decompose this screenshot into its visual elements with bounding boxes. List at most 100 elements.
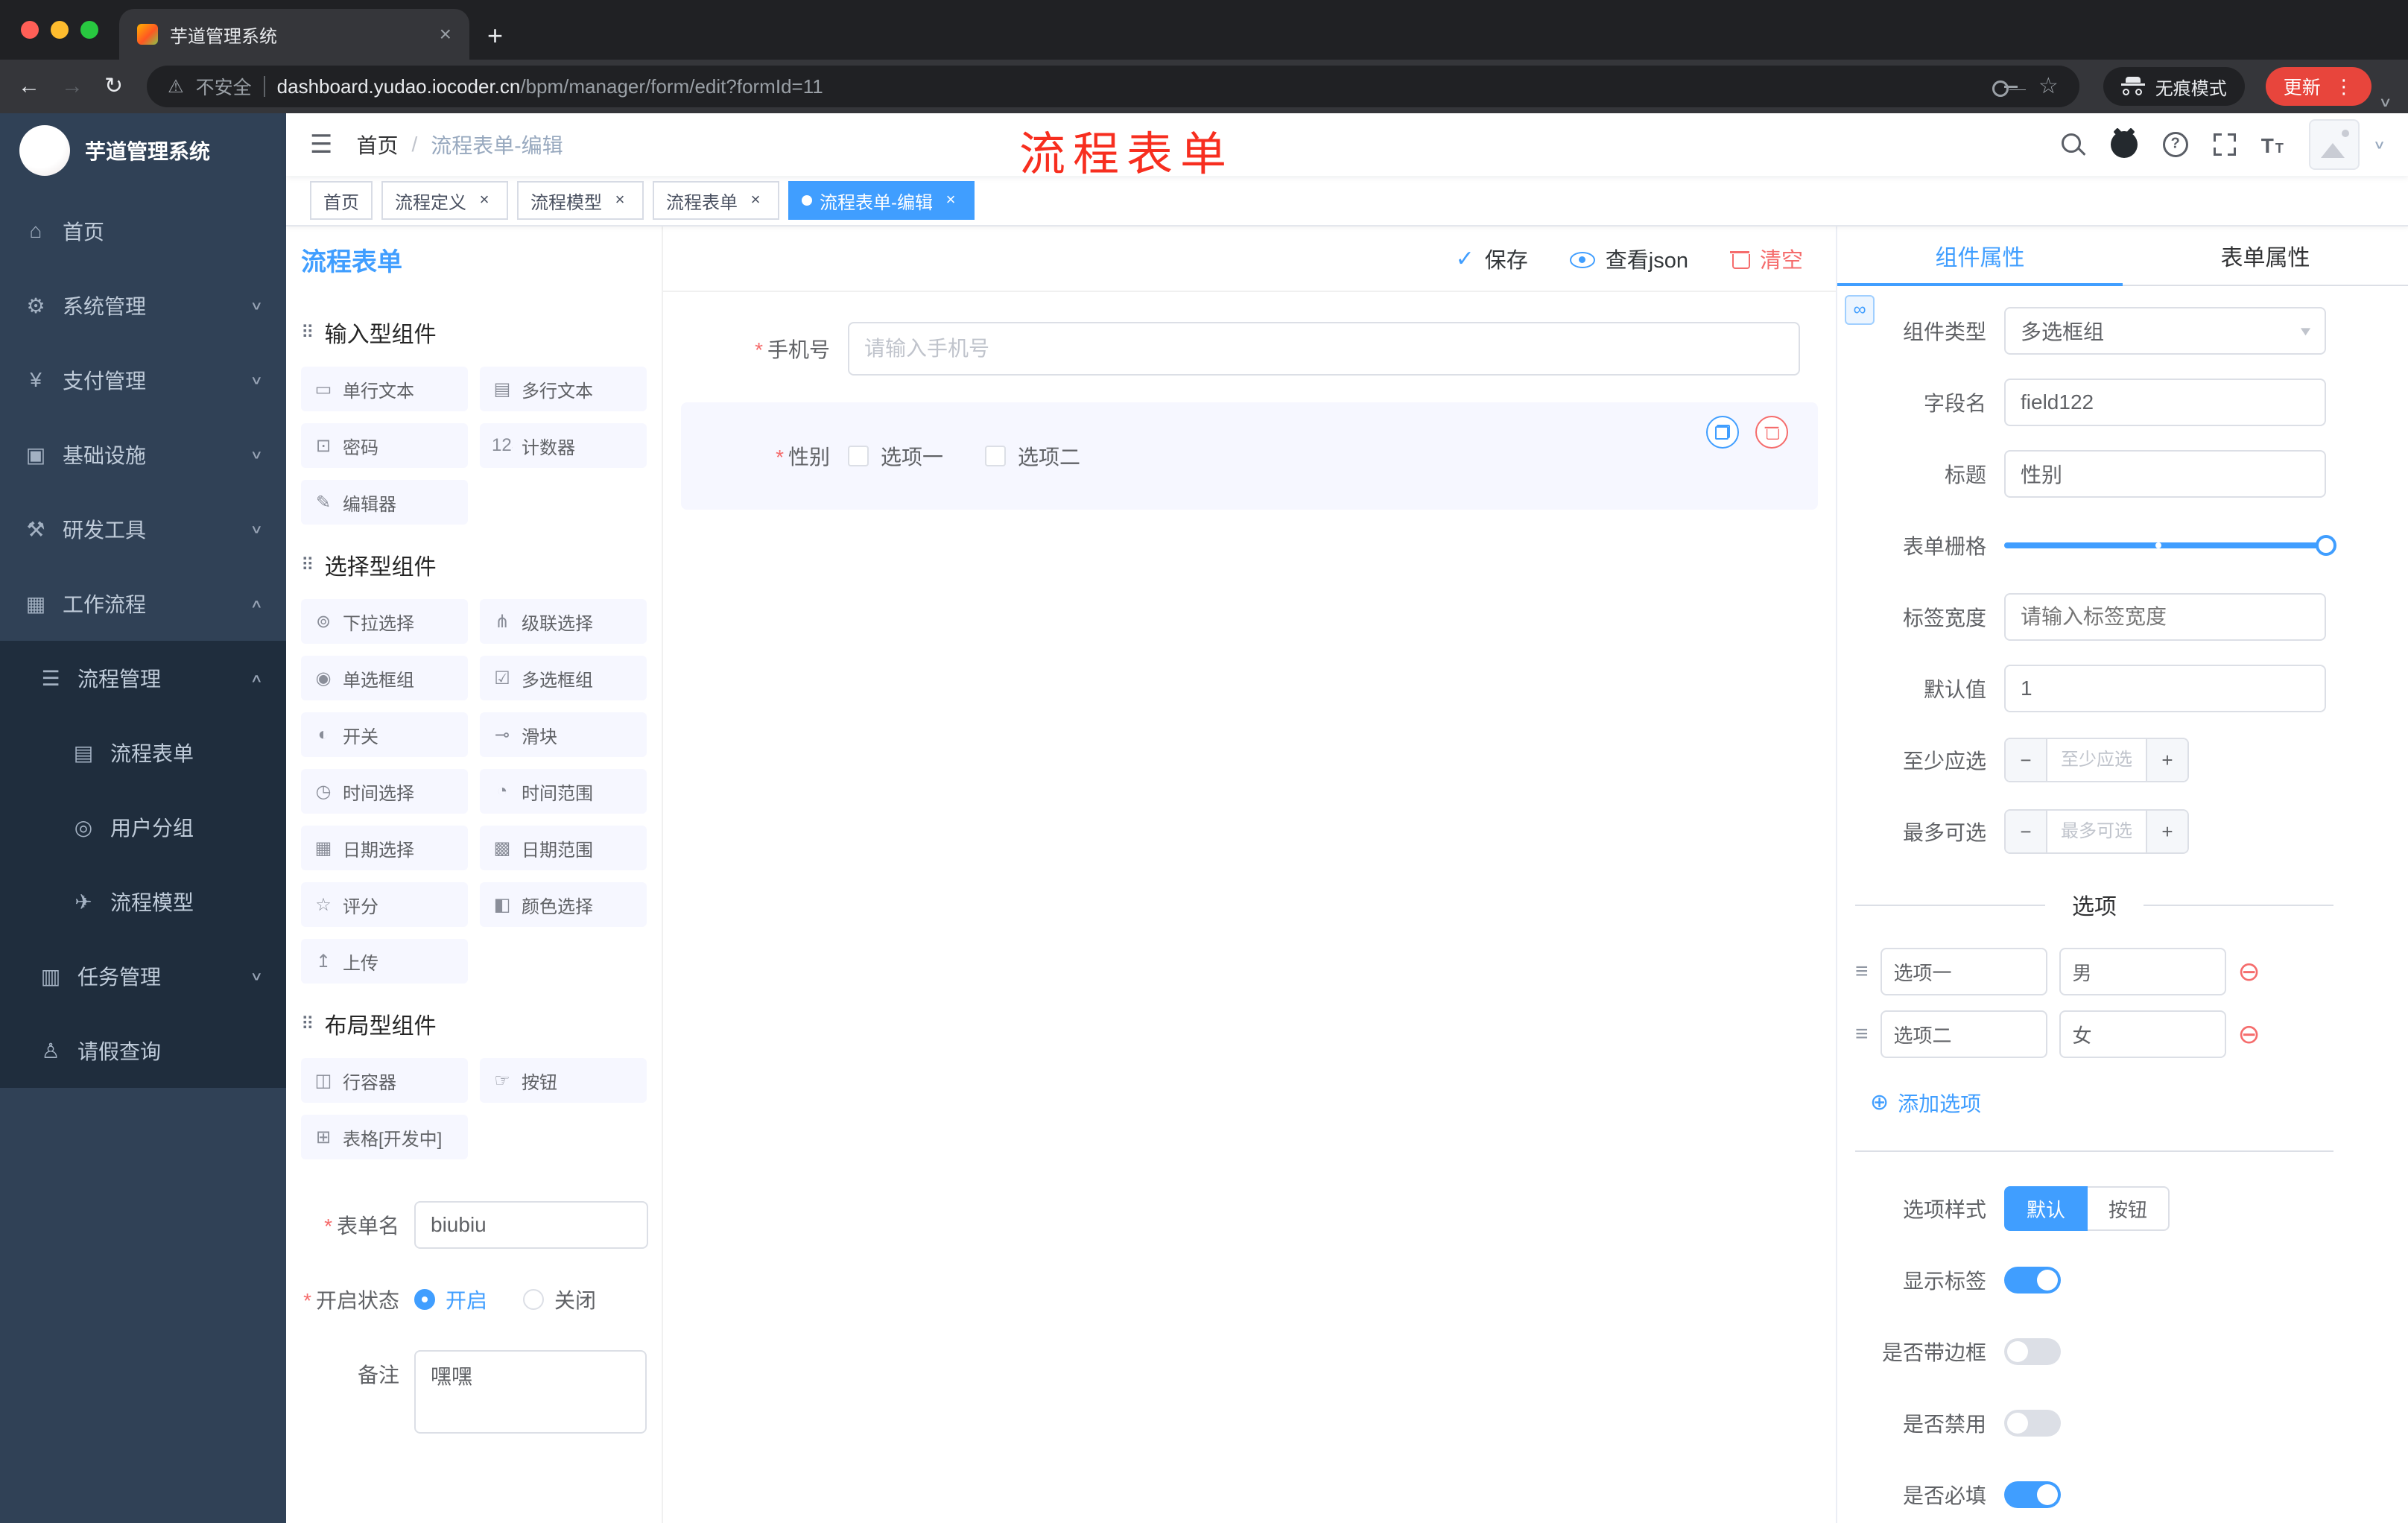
palette-component[interactable]: ◷ 时间选择 xyxy=(301,769,468,814)
forward-icon[interactable]: → xyxy=(61,75,83,98)
clear-button[interactable]: 清空 xyxy=(1729,243,1803,274)
tag-close-icon[interactable]: × xyxy=(940,190,961,211)
sidebar-item[interactable]: ¥ 支付管理 ∨ xyxy=(0,343,286,417)
palette-component[interactable]: ▭ 单行文本 xyxy=(301,367,468,411)
palette-component[interactable]: ◫ 行容器 xyxy=(301,1058,468,1103)
browser-tab[interactable]: 芋道管理系统 × xyxy=(119,9,469,60)
option-style-default-button[interactable]: 默认 xyxy=(2004,1186,2088,1231)
sidebar-toggle-icon[interactable]: ☰ xyxy=(310,130,332,159)
drag-handle-icon[interactable]: ≡ xyxy=(1855,959,1869,984)
view-json-button[interactable]: 查看json xyxy=(1569,243,1688,274)
palette-component[interactable]: ⊡ 密码 xyxy=(301,423,468,468)
sidebar-item[interactable]: ⚙ 系统管理 ∨ xyxy=(0,268,286,343)
grid-slider[interactable] xyxy=(2004,535,2336,556)
decrease-button[interactable]: − xyxy=(2006,739,2047,781)
field-name-input[interactable] xyxy=(2004,379,2326,426)
palette-component[interactable]: ⋔ 级联选择 xyxy=(480,599,647,644)
palette-component[interactable]: 123 计数器 xyxy=(480,423,647,468)
checkbox-option[interactable]: 选项二 xyxy=(985,441,1080,471)
radio-on[interactable]: 开启 xyxy=(414,1285,487,1314)
palette-component[interactable]: ↥ 上传 xyxy=(301,939,468,984)
address-bar[interactable]: ⚠ 不安全 dashboard.yudao.iocoder.cn/bpm/man… xyxy=(147,66,2079,107)
app-logo[interactable]: 芋道管理系统 xyxy=(0,113,286,188)
title-input[interactable] xyxy=(2004,450,2326,498)
tag-item[interactable]: 首页 × xyxy=(310,181,373,220)
max-count-input[interactable] xyxy=(2047,811,2146,852)
new-tab-button[interactable]: + xyxy=(487,22,503,49)
tab-form-props[interactable]: 表单属性 xyxy=(2123,227,2408,285)
back-icon[interactable]: ← xyxy=(18,75,40,98)
sidebar-item[interactable]: ☰ 流程管理 ∧ xyxy=(0,641,286,715)
palette-component[interactable]: ⊚ 下拉选择 xyxy=(301,599,468,644)
sidebar-item[interactable]: ✈ 流程模型 xyxy=(0,864,286,939)
sidebar-item[interactable]: ⚒ 研发工具 ∨ xyxy=(0,492,286,566)
sidebar-item[interactable]: ▦ 工作流程 ∧ xyxy=(0,566,286,641)
checkbox-option[interactable]: 选项一 xyxy=(848,441,943,471)
avatar-caret-icon[interactable]: ∨ xyxy=(2373,138,2386,152)
breadcrumb-home[interactable]: 首页 xyxy=(356,130,398,159)
component-type-select[interactable]: 多选框组 ▾ xyxy=(2004,307,2326,355)
password-key-icon[interactable] xyxy=(1992,79,2018,97)
user-avatar[interactable] xyxy=(2308,119,2360,170)
window-minimize-button[interactable] xyxy=(51,21,69,39)
tab-component-props[interactable]: 组件属性 xyxy=(1837,227,2123,286)
sidebar-item[interactable]: ▥ 任务管理 ∨ xyxy=(0,939,286,1013)
switch[interactable] xyxy=(2004,1267,2061,1294)
palette-component[interactable]: ⊞ 表格[开发中] xyxy=(301,1115,468,1159)
tag-item[interactable]: 流程模型 × xyxy=(517,181,644,220)
option-label-input[interactable] xyxy=(1880,1010,2047,1058)
palette-component[interactable]: ⊸ 滑块 xyxy=(480,712,647,757)
sidebar-item[interactable]: ♙ 请假查询 xyxy=(0,1013,286,1088)
copy-component-button[interactable] xyxy=(1706,416,1739,449)
increase-button[interactable]: + xyxy=(2146,739,2187,781)
security-label[interactable]: 不安全 xyxy=(196,73,252,100)
palette-component[interactable]: ☆ 评分 xyxy=(301,882,468,927)
sidebar-item[interactable]: ▤ 流程表单 xyxy=(0,715,286,790)
reload-icon[interactable]: ↻ xyxy=(104,75,123,98)
window-close-button[interactable] xyxy=(21,21,39,39)
save-button[interactable]: ✓ 保存 xyxy=(1456,243,1528,274)
delete-component-button[interactable] xyxy=(1755,416,1788,449)
search-icon[interactable] xyxy=(2060,132,2085,157)
option-value-input[interactable] xyxy=(2059,948,2226,995)
palette-component[interactable]: ◔ 时间范围 xyxy=(480,769,647,814)
option-style-button-button[interactable]: 按钮 xyxy=(2088,1186,2170,1231)
switch[interactable] xyxy=(2004,1410,2061,1437)
palette-component[interactable]: ✎ 编辑器 xyxy=(301,480,468,525)
fullscreen-icon[interactable] xyxy=(2213,133,2236,156)
font-size-icon[interactable] xyxy=(2261,133,2284,156)
sidebar-item[interactable]: ◎ 用户分组 xyxy=(0,790,286,864)
switch[interactable] xyxy=(2004,1338,2061,1365)
remove-option-icon[interactable]: ⊖ xyxy=(2238,1021,2260,1048)
sidebar-item[interactable]: ⌂ 首页 xyxy=(0,194,286,268)
add-option-button[interactable]: ⊕ 添加选项 xyxy=(1870,1088,1981,1118)
palette-component[interactable]: ▦ 日期选择 xyxy=(301,826,468,870)
palette-component[interactable]: ☑ 多选框组 xyxy=(480,656,647,700)
tag-close-icon[interactable]: × xyxy=(474,190,495,211)
link-icon[interactable]: ∞ xyxy=(1845,295,1875,325)
palette-component[interactable]: ◉ 单选框组 xyxy=(301,656,468,700)
tag-item[interactable]: 流程表单-编辑 × xyxy=(788,181,975,220)
decrease-button[interactable]: − xyxy=(2006,811,2047,852)
github-icon[interactable] xyxy=(2110,131,2138,158)
switch[interactable] xyxy=(2004,1481,2061,1508)
gender-field-row-selected[interactable]: * 性别 选项一 选项二 xyxy=(681,402,1818,510)
radio-off[interactable]: 关闭 xyxy=(523,1285,596,1314)
tag-close-icon[interactable]: × xyxy=(745,190,766,211)
toolbar-caret-icon[interactable]: ∨ xyxy=(2378,95,2392,110)
update-button[interactable]: 更新 ⋮ xyxy=(2265,67,2371,106)
tag-item[interactable]: 流程表单 × xyxy=(653,181,779,220)
palette-component[interactable]: ◐ 开关 xyxy=(301,712,468,757)
phone-input[interactable] xyxy=(848,322,1800,376)
increase-button[interactable]: + xyxy=(2146,811,2187,852)
sidebar-item[interactable]: ▣ 基础设施 ∨ xyxy=(0,417,286,492)
tag-close-icon[interactable]: × xyxy=(609,190,630,211)
phone-field-row[interactable]: * 手机号 xyxy=(699,322,1800,376)
remark-textarea[interactable]: 嘿嘿 xyxy=(414,1350,647,1434)
checkbox[interactable] xyxy=(848,446,869,466)
default-value-input[interactable] xyxy=(2004,665,2326,712)
tab-close-icon[interactable]: × xyxy=(440,22,452,46)
window-zoom-button[interactable] xyxy=(80,21,98,39)
remove-option-icon[interactable]: ⊖ xyxy=(2238,958,2260,985)
form-name-input[interactable] xyxy=(414,1201,648,1249)
